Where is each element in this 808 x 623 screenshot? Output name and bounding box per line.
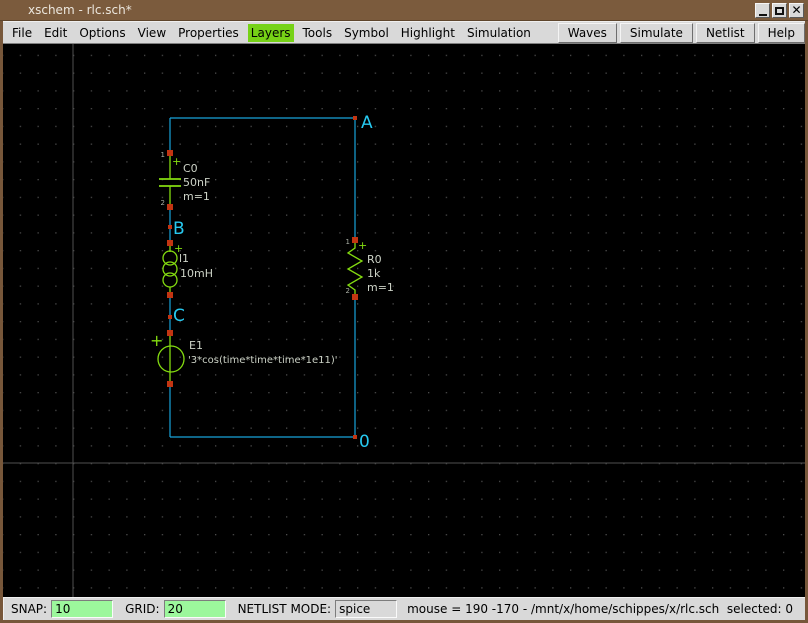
menu-simulation[interactable]: Simulation <box>464 24 534 42</box>
component-value: 10mH <box>180 267 213 280</box>
pin-square <box>167 292 173 298</box>
menu-file[interactable]: File <box>9 24 35 42</box>
close-button[interactable]: ✕ <box>789 3 804 18</box>
component-value: '3*cos(time*time*time*1e11)' <box>188 355 338 366</box>
grid-label: GRID: <box>125 602 159 616</box>
pin-square <box>352 294 358 300</box>
netlist-button[interactable]: Netlist <box>696 23 755 43</box>
menu-tools[interactable]: Tools <box>300 24 336 42</box>
window-controls: ✕ <box>755 3 804 18</box>
pin-number: 1 <box>346 238 350 246</box>
menubar: File Edit Options View Properties Layers… <box>3 21 805 44</box>
menu-view[interactable]: View <box>135 24 169 42</box>
component-mult: m=1 <box>367 281 394 294</box>
maximize-button[interactable] <box>772 3 787 18</box>
pin-number: 2 <box>346 287 350 295</box>
component-value: 50nF <box>183 176 210 189</box>
help-button[interactable]: Help <box>758 23 805 43</box>
simulate-button[interactable]: Simulate <box>620 23 693 43</box>
waves-button[interactable]: Waves <box>558 23 617 43</box>
grid-input[interactable] <box>164 600 226 618</box>
label-pin-mark <box>353 435 357 439</box>
grid-dots <box>3 44 805 597</box>
plus-mark: + <box>150 331 163 350</box>
snap-label: SNAP: <box>11 602 47 616</box>
statusbar: SNAP: GRID: NETLIST MODE: mouse = 190 -1… <box>3 597 805 620</box>
net-label-0[interactable]: 0 <box>359 432 370 452</box>
pin-square <box>167 330 173 336</box>
netlist-mode-label: NETLIST MODE: <box>238 602 332 616</box>
pin-number: 1 <box>161 151 165 159</box>
mouse-status-text: mouse = 190 -170 - /mnt/x/home/schippes/… <box>407 602 793 616</box>
menu-edit[interactable]: Edit <box>41 24 70 42</box>
maximize-icon <box>775 7 784 15</box>
component-value: 1k <box>367 267 381 280</box>
component-ref: R0 <box>367 253 382 266</box>
label-pin-mark <box>353 116 357 120</box>
label-pin-mark <box>168 225 172 229</box>
component-ref: C0 <box>183 162 198 175</box>
net-label-C[interactable]: C <box>173 306 185 326</box>
window-title: xschem - rlc.sch* <box>0 3 132 17</box>
close-icon: ✕ <box>791 5 801 16</box>
component-ref: l1 <box>179 252 189 265</box>
component-ref: E1 <box>189 339 203 352</box>
plus-mark: + <box>358 239 367 252</box>
pin-square <box>167 240 173 246</box>
pin-number: 2 <box>161 199 165 207</box>
menu-symbol[interactable]: Symbol <box>341 24 392 42</box>
menu-layers[interactable]: Layers <box>248 24 294 42</box>
net-label-B[interactable]: B <box>173 219 185 239</box>
component-mult: m=1 <box>183 190 210 203</box>
minimize-icon <box>759 14 767 16</box>
pin-square <box>167 381 173 387</box>
menu-highlight[interactable]: Highlight <box>398 24 458 42</box>
minimize-button[interactable] <box>755 3 770 18</box>
menu-options[interactable]: Options <box>76 24 128 42</box>
pin-square <box>167 204 173 210</box>
net-label-A[interactable]: A <box>361 113 373 133</box>
xschem-window: xschem - rlc.sch* ✕ File Edit Options Vi… <box>0 0 808 623</box>
titlebar[interactable]: xschem - rlc.sch* ✕ <box>0 0 808 21</box>
label-pin-mark <box>168 315 172 319</box>
snap-input[interactable] <box>51 600 113 618</box>
menu-properties[interactable]: Properties <box>175 24 242 42</box>
netlist-mode-input[interactable] <box>335 600 397 618</box>
plus-mark: + <box>172 155 181 168</box>
schematic-canvas[interactable]: 1 2 + C0 50nF m=1 + l1 10mH <box>3 44 805 597</box>
